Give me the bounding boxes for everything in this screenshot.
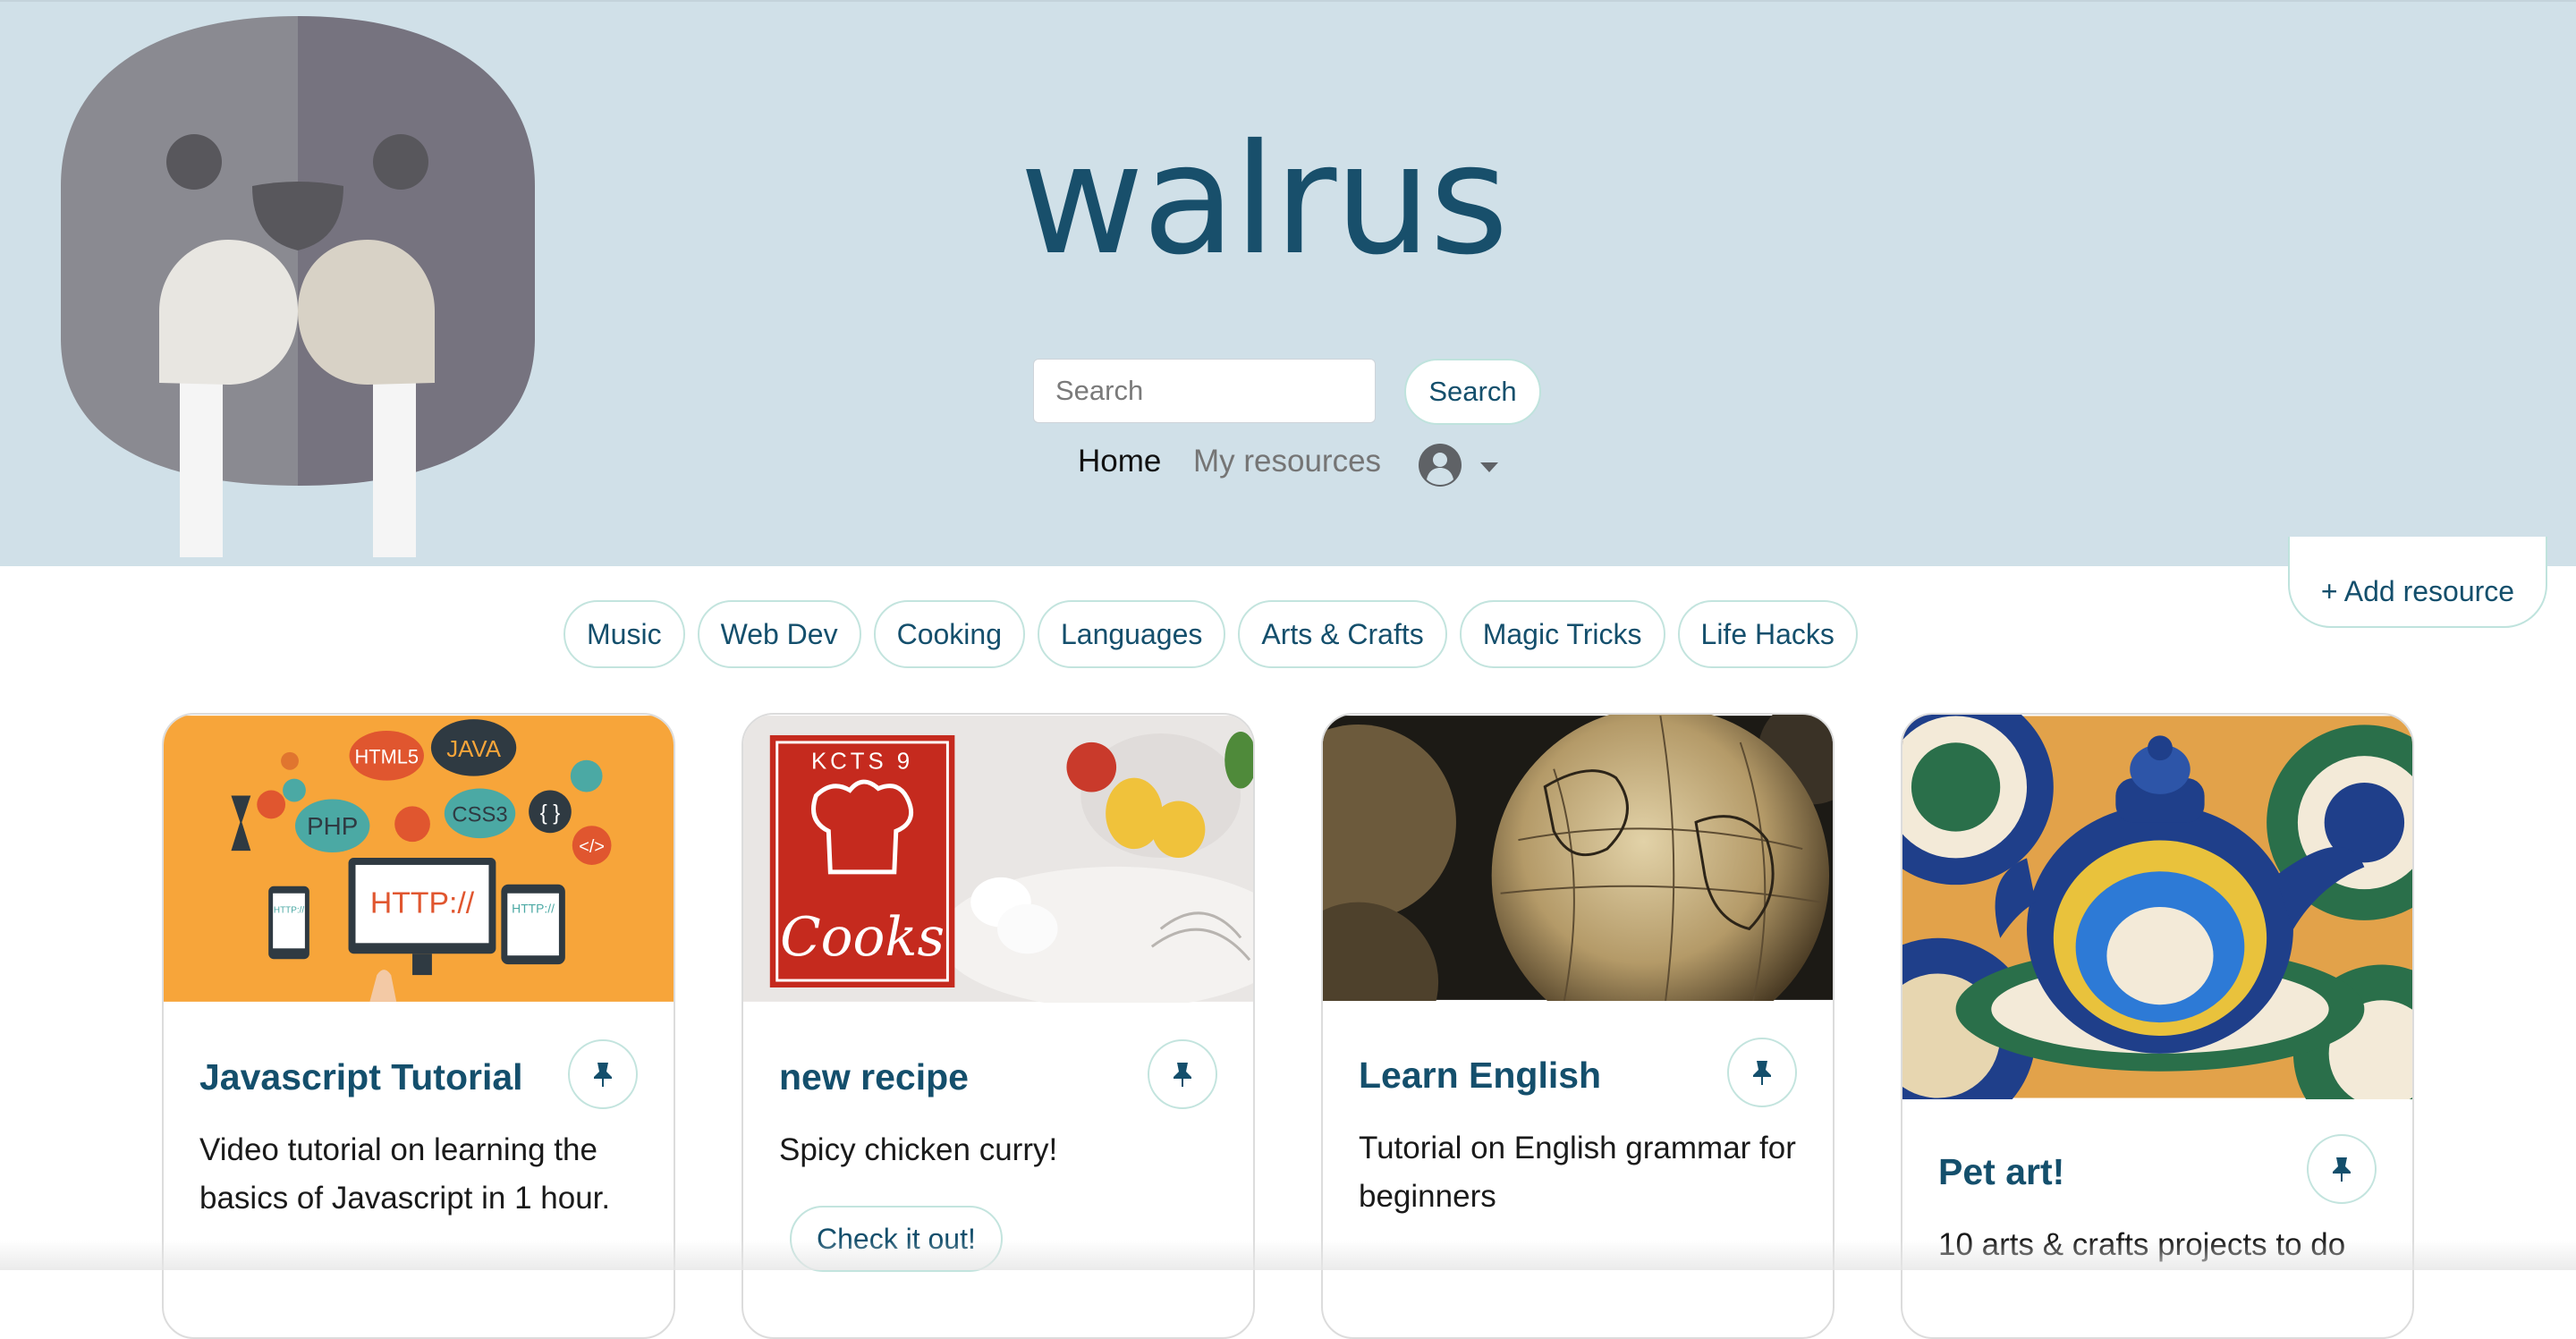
category-life-hacks[interactable]: Life Hacks — [1677, 600, 1858, 668]
pin-button[interactable] — [1148, 1039, 1217, 1109]
resource-card: HTML5 JAVA PHP CSS3 { } </> HTTP:// HTTP… — [162, 713, 675, 1339]
check-it-out-button[interactable]: Check it out! — [790, 1206, 1003, 1272]
card-image-cooking[interactable]: KCTS 9 Cooks — [743, 715, 1253, 1003]
search-button[interactable]: Search — [1404, 359, 1541, 425]
card-image-webdev[interactable]: HTML5 JAVA PHP CSS3 { } </> HTTP:// HTTP… — [164, 715, 674, 1003]
card-title[interactable]: Learn English — [1359, 1055, 1601, 1097]
walrus-logo[interactable] — [61, 16, 535, 557]
card-title[interactable]: new recipe — [779, 1056, 969, 1098]
walrus-wordmark: walrus — [1020, 127, 1509, 279]
svg-text:JAVA: JAVA — [446, 737, 501, 762]
card-image-pottery[interactable] — [1902, 715, 2412, 1099]
resource-card: Learn English Tutorial on English gramma… — [1321, 713, 1835, 1339]
card-description: Tutorial on English grammar for beginner… — [1359, 1131, 1796, 1214]
pin-button[interactable] — [568, 1039, 638, 1109]
caret-down-icon — [1480, 462, 1498, 472]
category-web-dev[interactable]: Web Dev — [697, 600, 861, 668]
category-languages[interactable]: Languages — [1037, 600, 1226, 668]
pin-icon — [594, 1063, 612, 1087]
site-header: walrus Search Home My resources — [0, 0, 2576, 566]
svg-text:KCTS 9: KCTS 9 — [811, 750, 913, 775]
card-description: Video tutorial on learning the basics of… — [199, 1132, 611, 1216]
card-title[interactable]: Pet art! — [1938, 1151, 2064, 1193]
card-description: Spicy chicken curry! — [779, 1132, 1058, 1167]
svg-text:{ }: { } — [540, 801, 561, 825]
category-magic-tricks[interactable]: Magic Tricks — [1459, 600, 1665, 668]
card-description: 10 arts & crafts projects to do — [1938, 1227, 2346, 1262]
user-avatar-icon — [1419, 444, 1462, 487]
resource-card: KCTS 9 Cooks new recipe Spicy chicken cu… — [741, 713, 1255, 1339]
card-title[interactable]: Javascript Tutorial — [199, 1056, 523, 1098]
user-menu-toggle[interactable] — [1418, 440, 1498, 490]
category-filter-bar: Music Web Dev Cooking Languages Arts & C… — [564, 600, 1858, 668]
svg-text:HTTP://: HTTP:// — [512, 902, 555, 916]
svg-text:HTTP://: HTTP:// — [370, 886, 475, 920]
search-input[interactable] — [1033, 359, 1376, 423]
card-image-globe[interactable] — [1323, 715, 1833, 1001]
nav-my-resources-link[interactable]: My resources — [1193, 444, 1381, 479]
category-music[interactable]: Music — [564, 600, 685, 668]
pin-icon — [2333, 1157, 2351, 1182]
pin-button[interactable] — [2307, 1134, 2377, 1204]
resource-card: Pet art! 10 arts & crafts projects to do — [1901, 713, 2414, 1339]
svg-text:HTML5: HTML5 — [354, 746, 419, 768]
svg-text:</>: </> — [579, 837, 605, 857]
svg-text:Cooks: Cooks — [780, 907, 945, 969]
category-arts-crafts[interactable]: Arts & Crafts — [1238, 600, 1447, 668]
svg-text:walrus: walrus — [1020, 127, 1507, 279]
category-cooking[interactable]: Cooking — [873, 600, 1025, 668]
svg-text:CSS3: CSS3 — [452, 802, 507, 826]
pin-icon — [1753, 1061, 1771, 1085]
pin-button[interactable] — [1727, 1038, 1797, 1107]
svg-text:PHP: PHP — [307, 812, 358, 840]
add-resource-button[interactable]: + Add resource — [2288, 537, 2547, 628]
svg-text:HTTP://: HTTP:// — [274, 906, 304, 916]
pin-icon — [1174, 1063, 1191, 1087]
nav-home-link[interactable]: Home — [1078, 444, 1161, 479]
